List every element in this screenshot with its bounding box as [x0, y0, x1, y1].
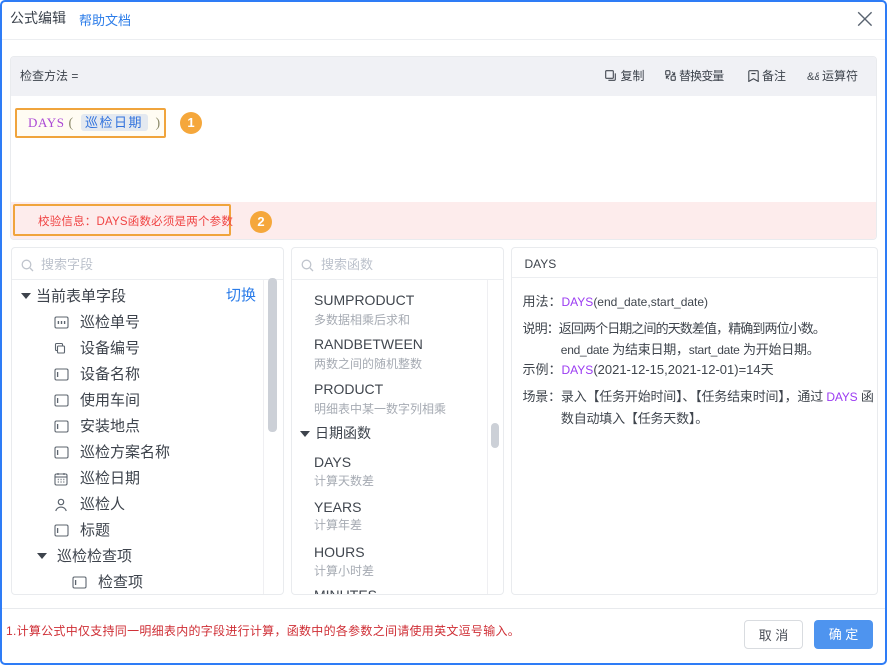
svg-text:&&: &&: [807, 71, 819, 82]
